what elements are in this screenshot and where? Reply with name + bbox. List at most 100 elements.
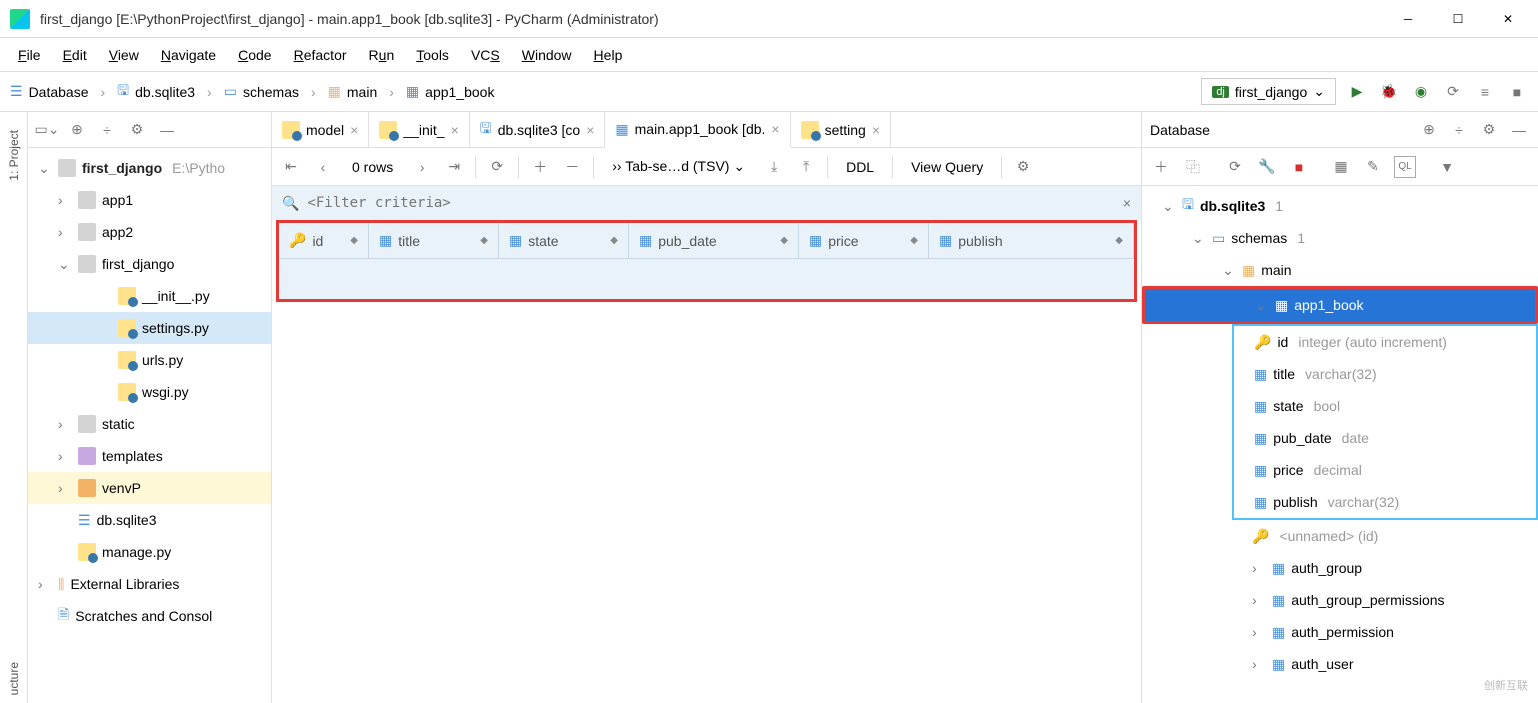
tab-setting[interactable]: setting×	[791, 112, 891, 147]
menu-vcs[interactable]: VCS	[461, 43, 510, 67]
project-root[interactable]: ⌄first_djangoE:\Pytho	[28, 152, 271, 184]
run-button[interactable]: ▶	[1346, 81, 1368, 103]
settings-icon[interactable]: ⚙	[1012, 156, 1034, 178]
col-title[interactable]: ▦title◆	[369, 223, 499, 258]
db-table-auth-user[interactable]: ›▦auth_user	[1142, 648, 1538, 680]
clear-filter-icon[interactable]: ×	[1123, 195, 1131, 211]
db-col-publish[interactable]: ▦publishvarchar(32)	[1234, 486, 1536, 518]
stop-icon[interactable]: ■	[1288, 156, 1310, 178]
tab-db-sqlite[interactable]: 🖫db.sqlite3 [co×	[470, 112, 606, 147]
database-tree[interactable]: ⌄🖫db.sqlite31 ⌄▭schemas1 ⌄▦main ⌄▦app1_b…	[1142, 186, 1538, 703]
db-table-auth-group-perm[interactable]: ›▦auth_group_permissions	[1142, 584, 1538, 616]
bc-database[interactable]: ☰Database	[10, 83, 89, 100]
tree-first-django[interactable]: ⌄first_django	[28, 248, 271, 280]
collapse-icon[interactable]: ÷	[1448, 119, 1470, 141]
menu-edit[interactable]: Edit	[53, 43, 97, 67]
tree-app2[interactable]: ›app2	[28, 216, 271, 248]
menu-file[interactable]: File	[8, 43, 51, 67]
db-main[interactable]: ⌄▦main	[1142, 254, 1538, 286]
tree-venv[interactable]: ›venvP	[28, 472, 271, 504]
maximize-button[interactable]: ☐	[1438, 4, 1478, 34]
close-icon[interactable]: ×	[350, 122, 358, 138]
bc-table[interactable]: ▦app1_book	[406, 83, 495, 100]
view-query-button[interactable]: View Query	[903, 157, 991, 177]
tree-manage[interactable]: ›manage.py	[28, 536, 271, 568]
close-icon[interactable]: ×	[451, 122, 459, 138]
next-page-icon[interactable]: ›	[411, 156, 433, 178]
menu-help[interactable]: Help	[584, 43, 633, 67]
db-col-price[interactable]: ▦pricedecimal	[1234, 454, 1536, 486]
tab-main-app1-book[interactable]: ▦main.app1_book [db.×	[605, 112, 790, 148]
reload-icon[interactable]: ⟳	[486, 156, 508, 178]
minimize-button[interactable]: ─	[1388, 4, 1428, 34]
col-price[interactable]: ▦price◆	[799, 223, 929, 258]
tree-settings[interactable]: settings.py	[28, 312, 271, 344]
debug-button[interactable]: 🐞	[1378, 81, 1400, 103]
hide-panel-icon[interactable]: —	[1508, 119, 1530, 141]
db-unnamed-key[interactable]: 🔑<unnamed> (id)	[1142, 520, 1538, 552]
edit-icon[interactable]: ✎	[1362, 156, 1384, 178]
tree-static[interactable]: ›static	[28, 408, 271, 440]
gear-icon[interactable]: ⚙	[1478, 119, 1500, 141]
tab-model[interactable]: model×	[272, 112, 369, 147]
db-table-app1-book[interactable]: ⌄▦app1_book	[1145, 289, 1535, 321]
db-table-auth-group[interactable]: ›▦auth_group	[1142, 552, 1538, 584]
col-id[interactable]: 🔑id◆	[279, 223, 369, 258]
locate-icon[interactable]: ⊕	[66, 119, 88, 141]
coverage-button[interactable]: ◉	[1410, 81, 1432, 103]
remove-row-icon[interactable]: －	[561, 156, 583, 178]
tree-scratches[interactable]: ›🗎Scratches and Consol	[28, 600, 271, 632]
duplicate-icon[interactable]: ⿻	[1182, 156, 1204, 178]
side-tab-structure[interactable]: ucture	[5, 654, 23, 703]
bc-schemas[interactable]: ▭schemas	[224, 83, 299, 100]
tab-init[interactable]: __init_×	[369, 112, 469, 147]
run-config-selector[interactable]: djfirst_django⌄	[1201, 78, 1336, 105]
sync-icon[interactable]: 🔧	[1256, 156, 1278, 178]
attach-button[interactable]: ≡	[1474, 81, 1496, 103]
menu-navigate[interactable]: Navigate	[151, 43, 226, 67]
project-view-mode[interactable]: ▭⌄	[36, 119, 58, 141]
col-state[interactable]: ▦state◆	[499, 223, 629, 258]
first-page-icon[interactable]: ⇤	[280, 156, 302, 178]
close-icon[interactable]: ×	[586, 122, 594, 138]
tree-init[interactable]: __init__.py	[28, 280, 271, 312]
tree-external-libs[interactable]: ›⫼External Libraries	[28, 568, 271, 600]
col-pub-date[interactable]: ▦pub_date◆	[629, 223, 799, 258]
add-row-icon[interactable]: ＋	[529, 156, 551, 178]
import-icon[interactable]: ⤓	[763, 156, 785, 178]
new-icon[interactable]: ＋	[1150, 156, 1172, 178]
db-col-id[interactable]: 🔑idinteger (auto increment)	[1234, 326, 1536, 358]
last-page-icon[interactable]: ⇥	[443, 156, 465, 178]
menu-run[interactable]: Run	[359, 43, 405, 67]
locate-icon[interactable]: ⊕	[1418, 119, 1440, 141]
menu-refactor[interactable]: Refactor	[284, 43, 357, 67]
tree-dbfile[interactable]: ›☰db.sqlite3	[28, 504, 271, 536]
filter-icon[interactable]: ▼	[1436, 156, 1458, 178]
ddl-button[interactable]: DDL	[838, 157, 882, 177]
menu-tools[interactable]: Tools	[406, 43, 459, 67]
hide-panel-icon[interactable]: —	[156, 119, 178, 141]
col-publish[interactable]: ▦publish◆	[929, 223, 1134, 258]
tree-templates[interactable]: ›templates	[28, 440, 271, 472]
tree-urls[interactable]: urls.py	[28, 344, 271, 376]
menu-window[interactable]: Window	[512, 43, 582, 67]
export-icon[interactable]: ⤒	[795, 156, 817, 178]
console-icon[interactable]: QL	[1394, 156, 1416, 178]
close-icon[interactable]: ×	[771, 121, 779, 137]
tree-wsgi[interactable]: wsgi.py	[28, 376, 271, 408]
db-col-state[interactable]: ▦statebool	[1234, 390, 1536, 422]
bc-main[interactable]: ▦main	[328, 83, 378, 100]
gear-icon[interactable]: ⚙	[126, 119, 148, 141]
side-tab-project[interactable]: 1: Project	[5, 122, 23, 189]
db-table-auth-permission[interactable]: ›▦auth_permission	[1142, 616, 1538, 648]
db-col-title[interactable]: ▦titlevarchar(32)	[1234, 358, 1536, 390]
db-root[interactable]: ⌄🖫db.sqlite31	[1142, 190, 1538, 222]
collapse-icon[interactable]: ÷	[96, 119, 118, 141]
prev-page-icon[interactable]: ‹	[312, 156, 334, 178]
db-schemas[interactable]: ⌄▭schemas1	[1142, 222, 1538, 254]
menu-code[interactable]: Code	[228, 43, 281, 67]
profile-button[interactable]: ⟳	[1442, 81, 1464, 103]
project-tree[interactable]: ⌄first_djangoE:\Pytho ›app1 ›app2 ⌄first…	[28, 148, 271, 703]
bc-db-file[interactable]: 🖫db.sqlite3	[117, 80, 195, 104]
table-view-icon[interactable]: ▦	[1330, 156, 1352, 178]
